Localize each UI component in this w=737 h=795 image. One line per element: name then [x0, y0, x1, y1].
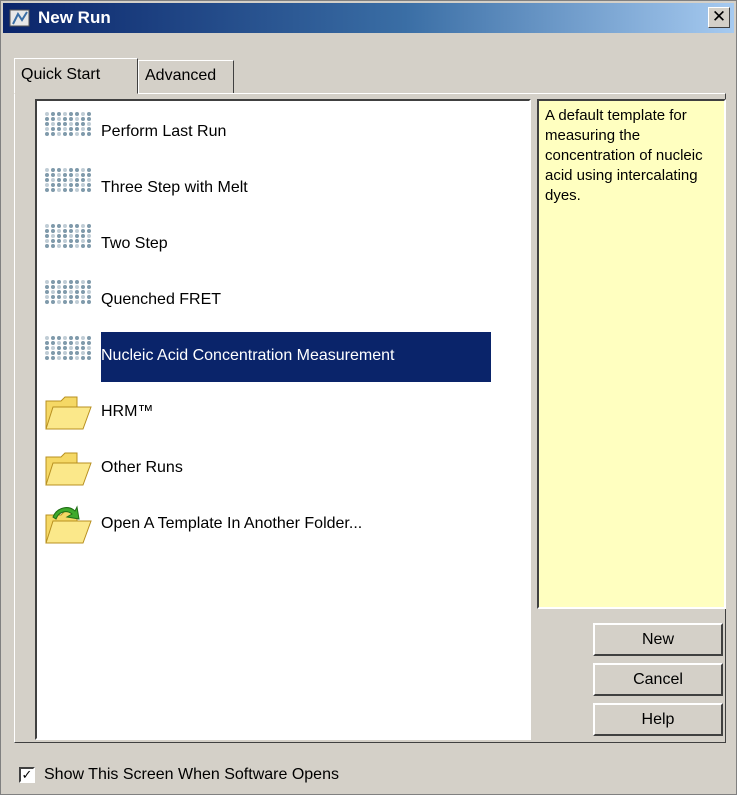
- qiagen-dots-icon: [43, 223, 95, 267]
- template-item[interactable]: Other Runs: [43, 444, 493, 494]
- title-bar: New Run ✕: [3, 3, 734, 33]
- template-item-label: Two Step: [101, 235, 168, 252]
- app-icon: [9, 9, 30, 27]
- tab-advanced[interactable]: Advanced: [138, 60, 234, 94]
- qiagen-dots-icon: [43, 167, 95, 211]
- template-item-label: Quenched FRET: [101, 291, 222, 308]
- template-list[interactable]: Perform Last Run Three Step with Melt Tw…: [35, 99, 531, 740]
- template-item[interactable]: Open A Template In Another Folder...: [43, 500, 493, 550]
- template-item[interactable]: Three Step with Melt: [43, 164, 493, 214]
- cancel-button-label: Cancel: [633, 671, 683, 688]
- help-button[interactable]: Help: [593, 703, 723, 736]
- template-item-label: Perform Last Run: [101, 123, 227, 140]
- open-folder-icon: [43, 503, 95, 547]
- help-button-label: Help: [641, 711, 675, 728]
- template-item-label: Nucleic Acid Concentration Measurement: [101, 347, 395, 364]
- new-button[interactable]: New: [593, 623, 723, 656]
- folder-icon: [43, 447, 95, 491]
- template-item-label: HRM™: [101, 403, 154, 420]
- template-item[interactable]: Quenched FRET: [43, 276, 493, 326]
- folder-icon: [43, 391, 95, 435]
- new-button-label: New: [641, 631, 674, 648]
- tab-quick-start[interactable]: Quick Start: [14, 58, 138, 94]
- window-title: New Run: [38, 8, 111, 27]
- template-description: A default template for measuring the con…: [537, 99, 726, 609]
- new-run-dialog: New Run ✕ Quick Start Advanced Perform L…: [0, 0, 737, 795]
- template-item-label: Other Runs: [101, 459, 183, 476]
- template-item[interactable]: Perform Last Run: [43, 108, 493, 158]
- template-item[interactable]: Two Step: [43, 220, 493, 270]
- template-item[interactable]: HRM™: [43, 388, 493, 438]
- show-screen-checkbox[interactable]: ✓: [19, 767, 35, 783]
- template-item-label: Three Step with Melt: [101, 179, 248, 196]
- close-button[interactable]: ✕: [708, 7, 730, 28]
- close-icon: ✕: [711, 7, 727, 26]
- tab-quick-start-label: Quick Start: [21, 66, 101, 83]
- template-item[interactable]: Nucleic Acid Concentration Measurement: [43, 332, 493, 382]
- show-screen-label: Show This Screen When Software Opens: [44, 766, 339, 783]
- qiagen-dots-icon: [43, 111, 95, 155]
- qiagen-dots-icon: [43, 279, 95, 323]
- tab-advanced-label: Advanced: [145, 67, 217, 84]
- cancel-button[interactable]: Cancel: [593, 663, 723, 696]
- template-item-label: Open A Template In Another Folder...: [101, 515, 363, 532]
- qiagen-dots-icon: [43, 335, 95, 379]
